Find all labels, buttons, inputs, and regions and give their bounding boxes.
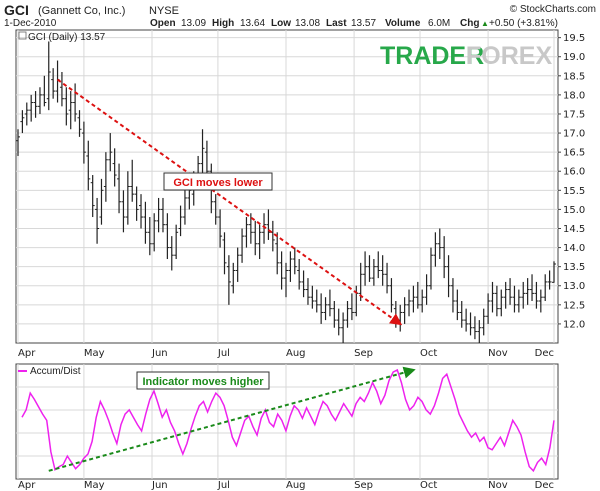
price-y-tick-label: 13.0 [563,281,585,292]
indicator-x-tick-label: Apr [18,480,36,491]
price-panel: 12.0 12.5 13.0 13.5 14.0 14.5 15.0 15.5 16.0 16.5… [15,29,585,359]
price-y-tick-label: 19.0 [563,52,585,63]
price-callout-label: GCI moves lower [173,177,263,189]
watermark-forex: FOREX [466,42,552,70]
indicator-x-tick-label: Dec [535,480,554,491]
watermark-logo: TRADER FOREX [380,42,552,70]
price-legend: GCI (Daily) 13.57 [18,31,106,43]
price-y-tick-label: 17.5 [563,109,585,120]
high-label: High [212,18,234,29]
price-y-tick-label: 18.0 [563,90,585,101]
indicator-x-tick-label: May [84,480,105,491]
price-y-tick-label: 14.0 [563,243,585,254]
open-value: 13.09 [181,18,206,29]
low-label: Low [271,18,291,29]
price-y-tick-label: 16.0 [563,167,585,178]
indicator-x-tick-label: Oct [420,480,437,491]
price-y-tick-label: 12.5 [563,300,585,311]
indicator-x-tick-label: Sep [354,480,373,491]
price-x-tick-label: Apr [18,348,36,359]
price-y-tick-label: 15.0 [563,205,585,216]
volume-label: Volume [385,18,421,29]
price-y-tick-label: 19.5 [563,33,585,44]
price-y-tick-label: 16.5 [563,148,585,159]
price-y-tick-label: 15.5 [563,186,585,197]
source-credit: © StockCharts.com [510,4,596,15]
price-x-tick-label: May [84,348,105,359]
indicator-panel: Apr May Jun Jul Aug Sep Oct Nov Dec Indicator mo… [15,363,559,491]
price-x-tick-label: Jun [151,348,168,359]
price-x-tick-label: Jul [217,348,230,359]
open-label: Open [150,18,176,29]
price-y-tick-label: 13.5 [563,262,585,273]
last-value: 13.57 [351,18,376,29]
price-panel-frame [15,29,559,344]
volume-value: 6.0M [428,18,450,29]
change-label: Chg [460,18,479,29]
indicator-axis-ticks: Apr May Jun Jul Aug Sep Oct Nov Dec [18,480,554,491]
indicator-x-tick-label: Nov [488,480,508,491]
exchange-name: NYSE [149,5,179,17]
price-x-tick-label: Aug [286,348,306,359]
price-x-tick-label: Sep [354,348,373,359]
company-name: (Gannett Co, Inc.) [38,5,125,17]
indicator-x-tick-label: Jun [151,480,168,491]
quote-date: 1-Dec-2010 [4,18,57,29]
ticker-symbol: GCI [4,2,29,18]
price-x-tick-label: Nov [488,348,508,359]
price-x-tick-label: Dec [535,348,554,359]
price-legend-label: GCI (Daily) 13.57 [28,32,106,43]
price-x-tick-label: Oct [420,348,437,359]
indicator-panel-frame [15,363,559,480]
price-y-tick-label: 14.5 [563,224,585,235]
change-up-icon: ▲ [481,19,489,28]
indicator-x-tick-label: Aug [286,480,306,491]
chart-canvas: GCI (Gannett Co, Inc.) NYSE © StockChart… [4,2,596,491]
indicator-x-tick-label: Jul [217,480,230,491]
indicator-callout-label: Indicator moves higher [142,376,264,388]
quote-summary: Open 13.09 High 13.64 Low 13.08 Last 13.… [150,18,558,29]
low-value: 13.08 [295,18,320,29]
high-value: 13.64 [240,18,265,29]
price-y-tick-label: 17.0 [563,129,585,140]
price-y-tick-label: 12.0 [563,319,585,330]
price-y-tick-label: 18.5 [563,71,585,82]
last-label: Last [326,18,347,29]
change-value: +0.50 (+3.81%) [489,18,558,29]
indicator-legend-label: Accum/Dist [30,366,81,377]
